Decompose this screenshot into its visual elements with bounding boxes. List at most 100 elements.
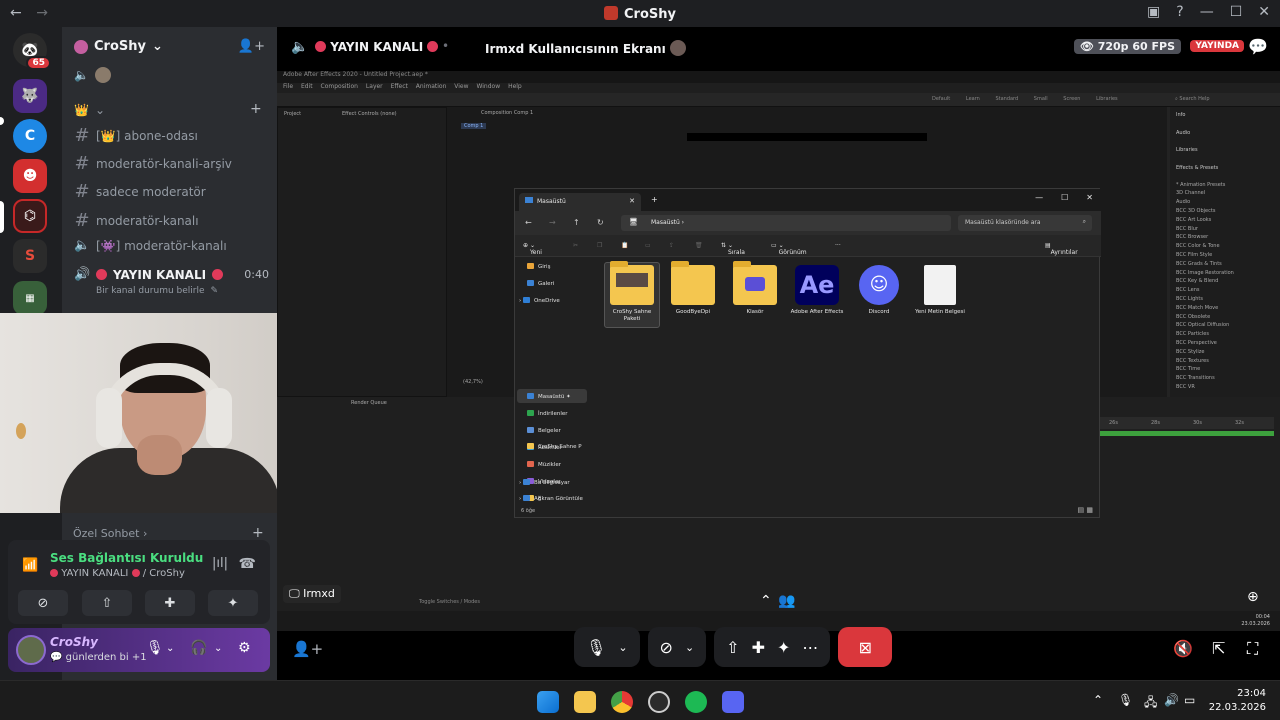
- channel-status-placeholder[interactable]: Bir kanal durumu belirle ✎: [96, 286, 218, 296]
- private-chat-label[interactable]: Özel Sohbet ›: [73, 527, 147, 540]
- voice-status[interactable]: Ses Bağlantısı Kuruldu: [50, 551, 203, 565]
- maximize-button[interactable]: ☐: [1230, 4, 1243, 20]
- ae-effect-item[interactable]: BCC Key & Blend: [1176, 277, 1274, 286]
- ae-menu-item[interactable]: Effect: [391, 83, 408, 90]
- ae-effect-item[interactable]: BCC 3D Objects: [1176, 207, 1274, 216]
- ae-menu-item[interactable]: Animation: [416, 83, 447, 90]
- ae-effect-item[interactable]: BCC Browser: [1176, 233, 1274, 242]
- sort-button[interactable]: ⇅ Sırala ⌄: [721, 242, 745, 256]
- server-icon-grid[interactable]: ▦: [13, 281, 47, 315]
- camera-control[interactable]: ⊘ ⌄: [647, 627, 707, 667]
- ae-composition-tab[interactable]: Composition Comp 1: [481, 110, 533, 116]
- server-icon-red-face[interactable]: ☻: [13, 159, 47, 193]
- new-tab-icon[interactable]: +: [651, 195, 658, 204]
- up-arrow-icon[interactable]: ↑: [573, 218, 580, 227]
- invite-icon[interactable]: 👤+: [238, 39, 265, 54]
- minimize-button[interactable]: —: [1200, 4, 1214, 20]
- chat-bubble-icon[interactable]: 💬: [1248, 37, 1268, 56]
- close-button[interactable]: ✕: [1258, 4, 1270, 20]
- view-button[interactable]: ▭ Görünüm ⌄: [771, 242, 807, 256]
- stop-stream-button[interactable]: ⊠: [838, 627, 893, 667]
- chevron-down-icon[interactable]: ⌄: [214, 643, 222, 654]
- soundboard-icon[interactable]: ✦: [777, 638, 790, 657]
- server-icon-croshy[interactable]: 🐼 65: [13, 33, 51, 70]
- ae-effect-item[interactable]: BCC VR: [1176, 383, 1274, 392]
- ae-effect-item[interactable]: BCC Grads & Tints: [1176, 260, 1274, 269]
- view-toggle-icons[interactable]: ▤ ▦: [1078, 506, 1093, 514]
- maximize-button[interactable]: ☐: [1061, 193, 1068, 202]
- ae-effect-item[interactable]: BCC Image Restoration: [1176, 269, 1274, 278]
- screen-share-button[interactable]: ⇧: [82, 590, 132, 616]
- cut-icon[interactable]: ✂: [573, 242, 578, 249]
- ae-effect-item[interactable]: BCC Color & Tone: [1176, 242, 1274, 251]
- disconnect-icon[interactable]: ☎: [239, 556, 256, 572]
- ae-effect-controls-tab[interactable]: Effect Controls (none): [342, 111, 397, 117]
- nav-item[interactable]: › Bu bilgisayar: [519, 479, 570, 486]
- tray-mic-icon[interactable]: 🎙: [1118, 693, 1133, 707]
- back-arrow-icon[interactable]: ←: [525, 218, 532, 227]
- chrome-icon[interactable]: [611, 691, 633, 713]
- headphones-icon[interactable]: 🎧: [190, 640, 207, 656]
- rename-icon[interactable]: ▭: [645, 242, 651, 249]
- voice-channel-item[interactable]: 🔈 [👾] moderatör-kanalı: [74, 238, 227, 253]
- live-voice-channel[interactable]: 🔊 YAYIN KANALI 0:40: [74, 267, 269, 282]
- ae-panel-heading[interactable]: Libraries: [1176, 146, 1274, 155]
- ae-menu-item[interactable]: File: [283, 83, 293, 90]
- ae-effect-item[interactable]: BCC Film Style: [1176, 251, 1274, 260]
- ae-effect-item[interactable]: Audio: [1176, 198, 1274, 207]
- chevron-up-icon[interactable]: ⌃: [760, 593, 772, 609]
- new-button[interactable]: ⊕ Yeni ⌄: [523, 242, 542, 256]
- chevron-down-icon[interactable]: ⌄: [166, 643, 174, 654]
- ae-effect-item[interactable]: BCC Optical Diffusion: [1176, 321, 1274, 330]
- ae-render-queue-tab[interactable]: Render Queue: [351, 400, 387, 406]
- windows-start-icon[interactable]: [537, 691, 559, 713]
- details-button[interactable]: ▤ Ayrıntılar: [1045, 242, 1078, 256]
- ae-panel-heading[interactable]: Info: [1176, 111, 1274, 120]
- volume-icon[interactable]: 🔈: [291, 39, 308, 55]
- nav-item[interactable]: › OneDrive: [519, 297, 560, 304]
- minimize-button[interactable]: —: [1035, 193, 1043, 202]
- refresh-icon[interactable]: ↻: [597, 218, 604, 227]
- ae-effect-item[interactable]: 3D Channel: [1176, 189, 1274, 198]
- more-options-icon[interactable]: ⋯: [802, 638, 818, 657]
- participants-icon[interactable]: 👥: [778, 593, 795, 609]
- file-item[interactable]: Ae Adobe After Effects: [789, 265, 845, 316]
- nav-item[interactable]: İndirilenler: [527, 410, 568, 417]
- server-icon-purple[interactable]: 🐺: [13, 79, 47, 113]
- ae-menu-item[interactable]: View: [454, 83, 468, 90]
- ae-comp-subtab[interactable]: Comp 1: [461, 123, 487, 129]
- discord-taskbar-icon[interactable]: [722, 691, 744, 713]
- tray-chevron-up-icon[interactable]: ⌃: [1093, 693, 1103, 707]
- zoom-icon[interactable]: ⊕: [1247, 589, 1259, 605]
- nav-item[interactable]: › Ağ: [519, 495, 541, 502]
- ae-effect-item[interactable]: BCC Particles: [1176, 330, 1274, 339]
- ae-effect-item[interactable]: BCC Lights: [1176, 295, 1274, 304]
- ae-menu-item[interactable]: Layer: [366, 83, 383, 90]
- mic-control[interactable]: 🎙 ⌄: [574, 627, 640, 667]
- ae-effect-item[interactable]: BCC Perspective: [1176, 339, 1274, 348]
- activities-button[interactable]: ✚: [145, 590, 195, 616]
- nav-item[interactable]: Müzikler: [527, 461, 561, 468]
- file-item[interactable]: ☺ Discord: [851, 265, 907, 316]
- inbox-icon[interactable]: ▣: [1147, 4, 1160, 20]
- channel-item[interactable]: # [👑] abone-odası: [74, 125, 197, 146]
- microphone-icon[interactable]: 🎙: [146, 640, 164, 656]
- ae-effect-item[interactable]: * Animation Presets: [1176, 181, 1274, 190]
- ae-effect-item[interactable]: BCC Lens: [1176, 286, 1274, 295]
- nav-item[interactable]: Giriş: [527, 263, 550, 270]
- fullscreen-icon[interactable]: ⛶: [1247, 639, 1258, 659]
- camera-off-button[interactable]: ⊘: [18, 590, 68, 616]
- activities-icon[interactable]: ✚: [752, 638, 765, 657]
- ae-effect-item[interactable]: BCC Time: [1176, 365, 1274, 374]
- file-item[interactable]: Klasör: [727, 261, 783, 316]
- server-header[interactable]: CroShy ⌄: [74, 39, 163, 54]
- screen-share-icon[interactable]: ⇧: [726, 638, 739, 657]
- ae-panel-heading[interactable]: Audio: [1176, 129, 1274, 138]
- ae-effect-item[interactable]: BCC Textures: [1176, 357, 1274, 366]
- ae-effect-item[interactable]: BCC Art Looks: [1176, 216, 1274, 225]
- forward-arrow-icon[interactable]: →: [549, 218, 556, 227]
- spotify-icon[interactable]: [685, 691, 707, 713]
- server-icon-c[interactable]: C: [13, 119, 47, 153]
- ae-toggle-switches[interactable]: Toggle Switches / Modes: [419, 599, 480, 605]
- ae-effect-item[interactable]: BCC Transitions: [1176, 374, 1274, 383]
